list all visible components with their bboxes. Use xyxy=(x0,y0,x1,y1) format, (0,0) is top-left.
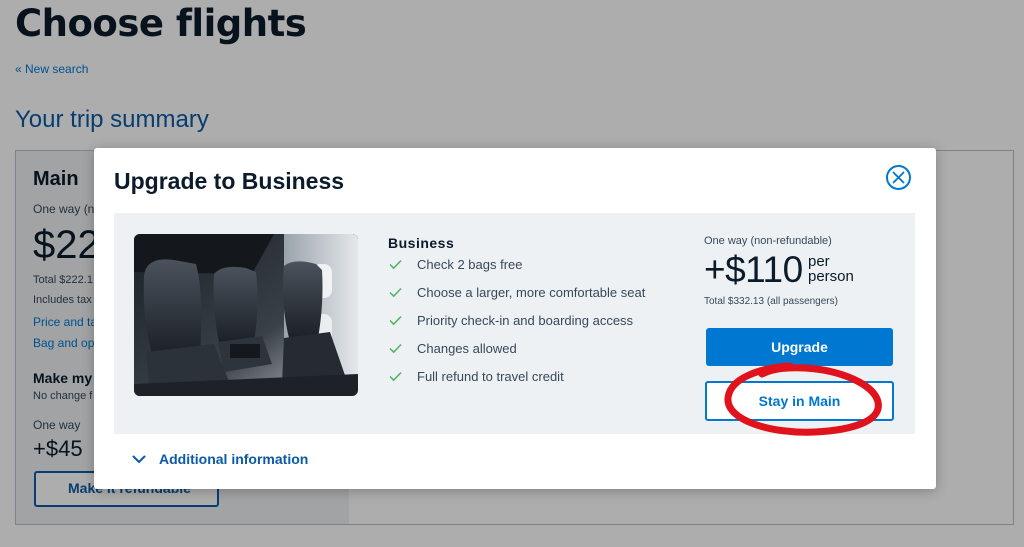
business-seat-photo xyxy=(134,234,358,396)
modal-title: Upgrade to Business xyxy=(114,168,345,194)
benefit-item: Full refund to travel credit xyxy=(388,368,645,396)
chevron-down-icon xyxy=(132,455,146,464)
upgrade-one-way-label: One way (non-refundable) xyxy=(704,235,832,247)
additional-information-label: Additional information xyxy=(159,451,309,467)
upgrade-price-box: One way (non-refundable) +$110 per perso… xyxy=(704,235,899,307)
check-icon xyxy=(389,259,402,270)
close-icon[interactable] xyxy=(886,165,911,190)
benefit-item: Changes allowed xyxy=(388,340,645,368)
check-icon xyxy=(389,343,402,354)
upgrade-price-row: +$110 per person xyxy=(704,249,899,295)
benefit-item: Priority check-in and boarding access xyxy=(388,312,645,340)
upgrade-modal: Upgrade to Business Business Check 2 bag… xyxy=(94,148,936,489)
benefit-item: Check 2 bags free xyxy=(388,256,645,284)
benefit-item: Choose a larger, more comfortable seat xyxy=(388,284,645,312)
upgrade-price: +$110 xyxy=(704,249,803,290)
benefit-label: Priority check-in and boarding access xyxy=(417,313,634,328)
stay-in-main-button[interactable]: Stay in Main xyxy=(705,381,894,421)
benefit-label: Choose a larger, more comfortable seat xyxy=(417,285,646,300)
upgrade-button[interactable]: Upgrade xyxy=(706,328,893,366)
person-label: person xyxy=(808,268,854,285)
close-x-glyph xyxy=(892,171,905,184)
per-person-label: per person xyxy=(808,254,854,284)
check-icon xyxy=(389,371,402,382)
upgrade-total: Total $332.13 (all passengers) xyxy=(704,296,838,307)
benefit-label: Check 2 bags free xyxy=(417,257,523,272)
business-benefits: Business Check 2 bags free Choose a larg… xyxy=(388,235,645,396)
benefits-title: Business xyxy=(388,235,455,251)
check-icon xyxy=(389,287,402,298)
check-icon xyxy=(389,315,402,326)
benefit-label: Changes allowed xyxy=(417,341,517,356)
benefit-label: Full refund to travel credit xyxy=(417,369,564,384)
per-label: per xyxy=(808,253,830,270)
